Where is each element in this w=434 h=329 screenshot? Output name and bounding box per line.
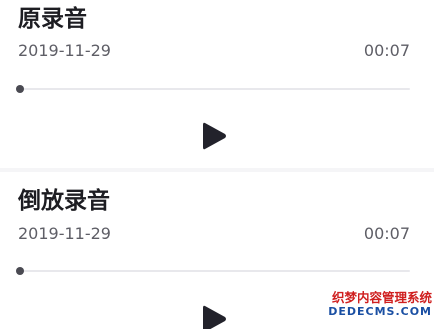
play-button[interactable] xyxy=(198,119,232,153)
recording-duration: 00:07 xyxy=(363,224,410,243)
recording-duration: 00:07 xyxy=(363,41,410,60)
recording-date: 2019-11-29 xyxy=(18,41,111,60)
progress-knob[interactable] xyxy=(16,85,24,93)
watermark-logo: 织梦内容管理系统 DEDECMS.COM xyxy=(322,290,434,321)
recording-title: 倒放录音 xyxy=(18,188,110,214)
progress-track[interactable] xyxy=(16,267,410,275)
recording-date: 2019-11-29 xyxy=(18,224,111,243)
progress-track[interactable] xyxy=(16,85,410,93)
play-icon xyxy=(203,122,226,150)
recording-card-original: 原录音 2019-11-29 00:07 xyxy=(0,0,434,168)
watermark-text-cn: 织梦内容管理系统 xyxy=(331,290,432,305)
watermark-text-en: DEDECMS.COM xyxy=(328,305,432,318)
play-icon xyxy=(203,305,226,329)
play-button[interactable] xyxy=(198,302,232,329)
progress-knob[interactable] xyxy=(16,267,24,275)
recording-title: 原录音 xyxy=(18,6,87,32)
recordings-page: 原录音 2019-11-29 00:07 倒放录音 2019-11-29 00:… xyxy=(0,0,434,329)
